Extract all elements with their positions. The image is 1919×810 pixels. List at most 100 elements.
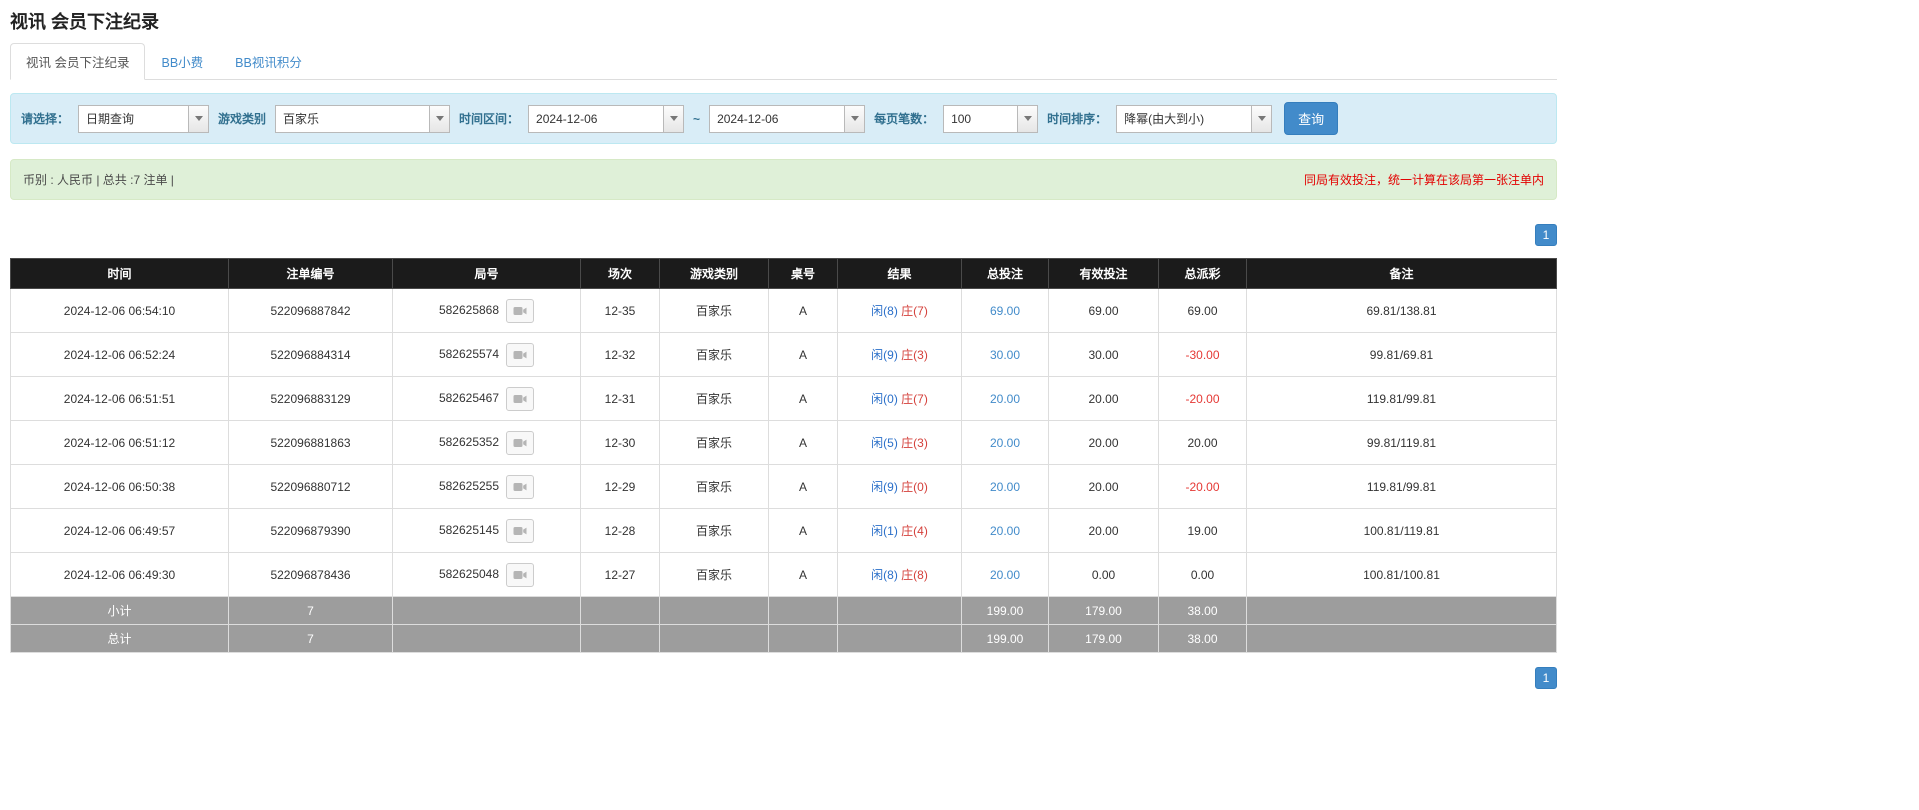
filter-bar: 请选择： 游戏类别 时间区间： ~ 每页笔数： 时间排序： <box>10 93 1557 144</box>
total-bet-link[interactable]: 20.00 <box>990 392 1020 406</box>
round-detail-button[interactable] <box>506 343 534 367</box>
cell-total-bet: 20.00 <box>962 553 1049 597</box>
round-detail-button[interactable] <box>506 299 534 323</box>
page-size-dropdown-button[interactable] <box>1017 105 1038 133</box>
total-bet-link[interactable]: 20.00 <box>990 568 1020 582</box>
cell-session: 12-29 <box>581 465 660 509</box>
bet-time: 2024-12-06 06:49:57 <box>64 524 175 538</box>
cell-table-no: A <box>769 289 838 333</box>
table-row: 2024-12-06 06:52:24522096884314582625574… <box>11 333 1557 377</box>
cell-game-type: 百家乐 <box>660 509 769 553</box>
result-banker: 庄(7) <box>901 304 928 318</box>
cell-table-no: A <box>769 377 838 421</box>
pagination-bottom: 1 <box>10 667 1557 689</box>
payout: -20.00 <box>1185 392 1219 406</box>
table-row: 2024-12-06 06:49:57522096879390582625145… <box>11 509 1557 553</box>
remark: 100.81/119.81 <box>1364 524 1440 538</box>
game-type-dropdown-button[interactable] <box>429 105 450 133</box>
cell-table-no: A <box>769 465 838 509</box>
query-type-dropdown-button[interactable] <box>188 105 209 133</box>
table-no: A <box>799 524 807 538</box>
chevron-down-icon <box>1024 116 1032 121</box>
time-sort-dropdown-button[interactable] <box>1251 105 1272 133</box>
round-id: 582625467 <box>439 391 499 405</box>
chevron-down-icon <box>1258 116 1266 121</box>
cell-result: 闲(8) 庄(8) <box>838 553 962 597</box>
video-camera-icon <box>513 437 527 449</box>
tab-bb-tips[interactable]: BB小费 <box>145 43 219 80</box>
tab-bar: 视讯 会员下注纪录 BB小费 BB视讯积分 <box>10 43 1557 80</box>
cell-table-no: A <box>769 509 838 553</box>
game-type: 百家乐 <box>696 480 732 494</box>
cell-valid-bet: 20.00 <box>1049 509 1159 553</box>
date-to-input[interactable] <box>709 105 844 133</box>
page-title: 视讯 会员下注纪录 <box>10 0 1557 43</box>
cell-game-type: 百家乐 <box>660 333 769 377</box>
round-detail-button[interactable] <box>506 563 534 587</box>
chevron-down-icon <box>195 116 203 121</box>
total-payout: 38.00 <box>1159 625 1247 653</box>
payout: -30.00 <box>1185 348 1219 362</box>
cell-game-type: 百家乐 <box>660 553 769 597</box>
cell-time: 2024-12-06 06:49:57 <box>11 509 229 553</box>
game-type-input[interactable] <box>275 105 429 133</box>
page-size-label: 每页笔数： <box>874 110 934 127</box>
time-sort-input[interactable] <box>1116 105 1251 133</box>
cell-round-id: 582625352 <box>393 421 581 465</box>
cell-game-type: 百家乐 <box>660 377 769 421</box>
bet-id: 522096887842 <box>270 304 350 318</box>
date-from-input[interactable] <box>528 105 663 133</box>
summary-empty-cell <box>393 625 581 653</box>
summary-empty-cell <box>838 625 962 653</box>
time-sort-label: 时间排序： <box>1047 110 1107 127</box>
date-from-dropdown-button[interactable] <box>663 105 684 133</box>
video-camera-icon <box>513 349 527 361</box>
query-type-input[interactable] <box>78 105 188 133</box>
cell-payout: 69.00 <box>1159 289 1247 333</box>
tab-bb-video-points[interactable]: BB视讯积分 <box>219 43 318 80</box>
total-bet-link[interactable]: 30.00 <box>990 348 1020 362</box>
subtotal-payout: 38.00 <box>1159 597 1247 625</box>
cell-remark: 100.81/100.81 <box>1247 553 1557 597</box>
tab-betting-records[interactable]: 视讯 会员下注纪录 <box>10 43 145 80</box>
bet-id: 522096878436 <box>270 568 350 582</box>
col-header-time: 时间 <box>11 259 229 289</box>
cell-table-no: A <box>769 333 838 377</box>
cell-payout: 19.00 <box>1159 509 1247 553</box>
result-player: 闲(1) <box>871 524 898 538</box>
total-bet-link[interactable]: 20.00 <box>990 436 1020 450</box>
subtotal-count: 7 <box>229 597 393 625</box>
cell-round-id: 582625467 <box>393 377 581 421</box>
page-size-input[interactable] <box>943 105 1017 133</box>
total-bet-link[interactable]: 69.00 <box>990 304 1020 318</box>
round-detail-button[interactable] <box>506 387 534 411</box>
date-to-dropdown-button[interactable] <box>844 105 865 133</box>
total-bet-link[interactable]: 20.00 <box>990 480 1020 494</box>
result-banker: 庄(3) <box>901 436 928 450</box>
total-bet-link[interactable]: 20.00 <box>990 524 1020 538</box>
cell-bet-id: 522096880712 <box>229 465 393 509</box>
video-camera-icon <box>513 525 527 537</box>
page-1-button[interactable]: 1 <box>1535 224 1557 246</box>
col-header-result: 结果 <box>838 259 962 289</box>
game-type: 百家乐 <box>696 304 732 318</box>
cell-result: 闲(5) 庄(3) <box>838 421 962 465</box>
col-header-table-no: 桌号 <box>769 259 838 289</box>
result-player: 闲(9) <box>871 348 898 362</box>
bet-time: 2024-12-06 06:51:12 <box>64 436 175 450</box>
round-detail-button[interactable] <box>506 475 534 499</box>
round-detail-button[interactable] <box>506 431 534 455</box>
col-header-remark: 备注 <box>1247 259 1557 289</box>
remark: 99.81/119.81 <box>1367 436 1436 450</box>
payout: 69.00 <box>1187 304 1217 318</box>
remark: 119.81/99.81 <box>1367 392 1436 406</box>
search-button[interactable]: 查询 <box>1284 102 1338 135</box>
valid-bet: 20.00 <box>1088 480 1118 494</box>
game-type: 百家乐 <box>696 348 732 362</box>
bet-time: 2024-12-06 06:50:38 <box>64 480 175 494</box>
round-detail-button[interactable] <box>506 519 534 543</box>
summary-empty-cell <box>393 597 581 625</box>
bet-id: 522096884314 <box>270 348 350 362</box>
cell-game-type: 百家乐 <box>660 289 769 333</box>
page-1-button[interactable]: 1 <box>1535 667 1557 689</box>
